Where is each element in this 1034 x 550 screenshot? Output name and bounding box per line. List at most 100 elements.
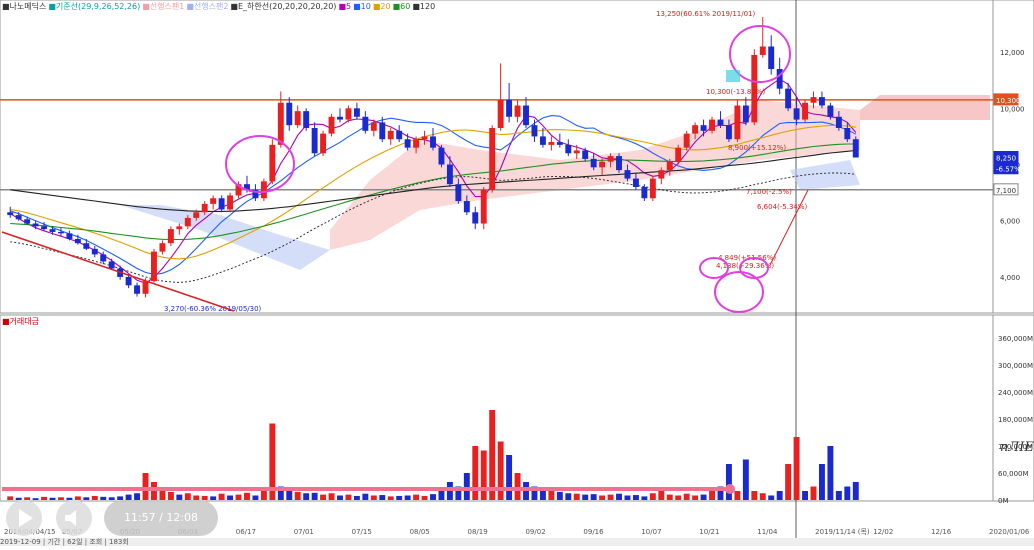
volume-bar (641, 496, 648, 500)
candle-body (844, 128, 851, 140)
volume-bar (768, 495, 775, 500)
candle-body (49, 229, 56, 232)
candle-body (167, 229, 174, 244)
chart-legend: ■나노메딕스 ■기준선(29,9,26,52,26) ■선행스팬1 ■선행스팬2 ■E_… (2, 1, 437, 12)
volume-bar (658, 491, 665, 500)
candle-body (227, 195, 234, 210)
date-axis-tick: 10/07 (641, 528, 661, 536)
candle-body (413, 139, 420, 148)
volume-bar (472, 446, 479, 500)
cloud-band (860, 95, 990, 120)
price-annotation: 10,300(-13.82%) (706, 88, 765, 96)
candle-body (438, 147, 445, 165)
legend-item: ■나노메딕스 (2, 2, 47, 11)
volume-axis-tick: 360,000M (998, 335, 1033, 343)
candle-body (337, 116, 343, 120)
candle-body (632, 178, 639, 187)
volume-bar (802, 491, 808, 500)
candle-body (539, 136, 546, 145)
candle-body (742, 105, 749, 123)
volume-bar (311, 492, 318, 500)
volume-bar (700, 494, 707, 500)
candle-body (277, 102, 284, 145)
legend-item: ■10 (353, 2, 371, 11)
candle-body (455, 184, 462, 202)
captions-icon[interactable] (855, 506, 881, 532)
volume-axis-tick: 60,000M (998, 470, 1029, 478)
volume-bar (294, 491, 301, 500)
date-axis-tick: 11/04 (757, 528, 778, 536)
settings-gear-icon[interactable] (900, 506, 926, 532)
candle-body (176, 226, 183, 230)
volume-button[interactable] (56, 500, 92, 536)
volume-bar (345, 494, 352, 500)
volume-bar (835, 491, 842, 500)
candle-body (396, 130, 403, 140)
play-button[interactable] (6, 500, 42, 536)
date-axis-tick: 07/15 (352, 528, 372, 536)
volume-axis-tick: 300,000M (998, 362, 1033, 370)
candle-body (641, 187, 648, 199)
volume-bar (134, 493, 141, 500)
volume-bar (556, 491, 563, 500)
volume-bar (632, 495, 639, 500)
candle-body (83, 243, 90, 249)
volume-bar (751, 491, 758, 500)
candle-body (480, 189, 487, 224)
candle-body (802, 102, 808, 120)
candle-body (269, 144, 276, 182)
candle-body (768, 46, 775, 69)
candle-body (218, 198, 225, 210)
theater-mode-icon[interactable] (948, 506, 974, 532)
candle-body (387, 130, 394, 140)
candle-body (362, 116, 369, 131)
candle-body (835, 116, 842, 128)
fullscreen-icon[interactable] (996, 506, 1022, 532)
volume-bar (599, 495, 606, 500)
candle-body (345, 108, 352, 120)
candle-body (810, 97, 817, 103)
legend-item: ■선행스팬1 (142, 2, 185, 11)
price-axis-tick: 6,000 (1000, 218, 1020, 226)
legend-item: ■120 (412, 2, 436, 11)
volume-bar (675, 495, 682, 500)
candle-body (201, 203, 208, 213)
candle-body (260, 181, 267, 199)
candle-body (624, 170, 631, 179)
volume-bar (506, 455, 513, 500)
chart-stage: 12,00010,0008,0006,0004,00010,3008,250-6… (0, 0, 1034, 546)
price-annotation: 7,100(-2.5%) (746, 188, 792, 196)
price-axis-tick: 4,000 (1000, 274, 1020, 282)
price-annotation: 4,849(+51.56%) (718, 254, 776, 262)
date-axis-tick: 08/19 (468, 528, 488, 536)
candle-body (683, 133, 690, 148)
volume-bar (49, 497, 56, 500)
candle-body (675, 147, 682, 162)
volume-bar (396, 495, 403, 500)
price-scale-tag: 8,250 (996, 155, 1016, 163)
status-bar: 2019-12-09 | 기간 | 62일 | 조회 | 183회 (0, 538, 1034, 546)
highlight-circle (714, 271, 764, 313)
volume-bar (413, 494, 420, 500)
volume-bar (244, 492, 250, 500)
candle-body (785, 88, 792, 109)
candle-body (15, 215, 22, 220)
trend-line (1, 231, 235, 312)
playback-time: 11:57 / 12:08 (104, 500, 218, 536)
price-scale-tag: 7,100 (996, 187, 1016, 195)
volume-bar (167, 491, 174, 500)
candle-body (649, 178, 656, 199)
candle-body (599, 161, 606, 168)
candle-body (709, 119, 715, 131)
candle-body (91, 248, 98, 255)
volume-bar (286, 491, 293, 500)
date-axis-tick: 06/17 (236, 528, 256, 536)
subtitles-icon[interactable] (820, 506, 846, 532)
price-annotation: 6,604(-5.34%) (757, 203, 808, 211)
volume-bar (480, 450, 487, 500)
candle-body (734, 105, 741, 140)
candle-body (700, 125, 707, 131)
volume-bar (649, 493, 656, 500)
candle-body (463, 201, 470, 213)
legend-item: ■선행스팬2 (186, 2, 229, 11)
